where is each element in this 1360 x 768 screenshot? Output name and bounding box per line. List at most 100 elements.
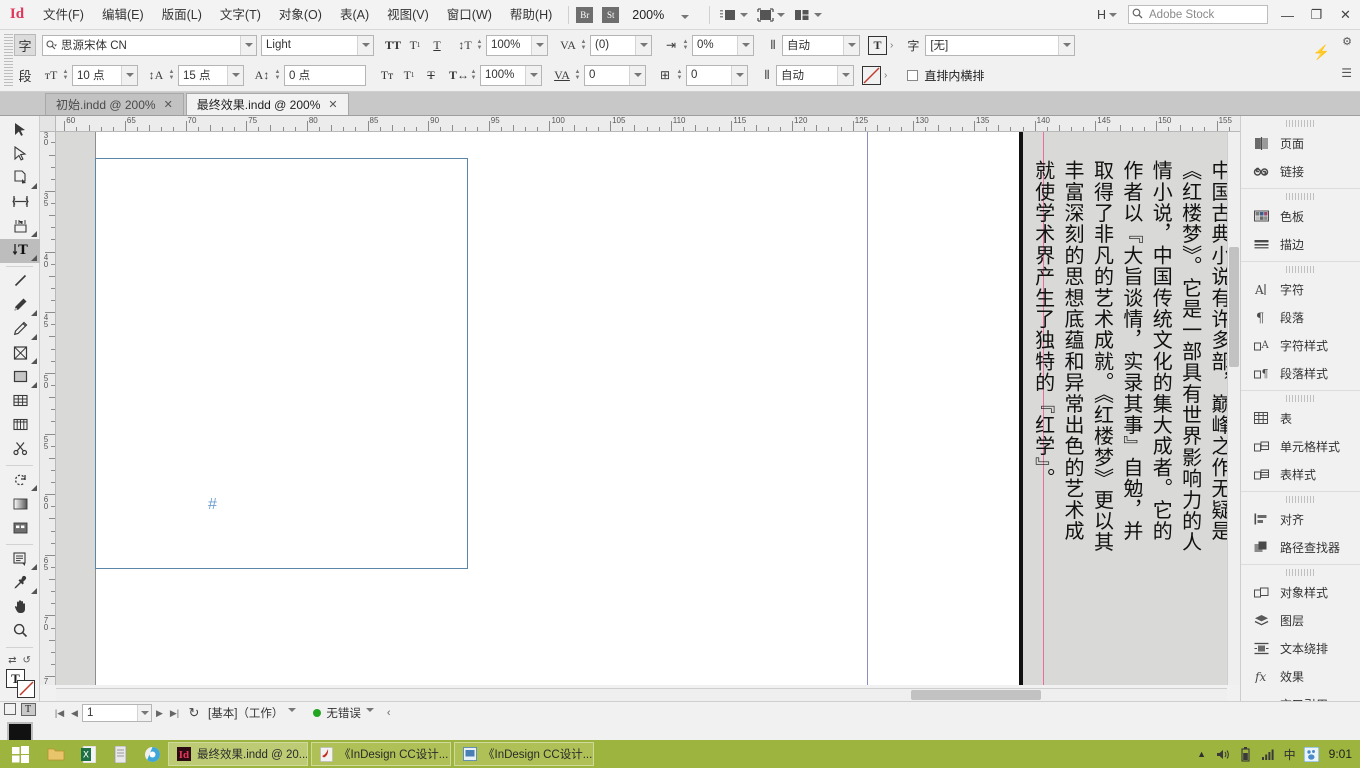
preflight-status[interactable]: 无错误: [313, 704, 379, 722]
leading-stepper[interactable]: ▲ ▼: [166, 66, 177, 85]
rectangle-tool[interactable]: [0, 366, 40, 390]
selection-tool[interactable]: [0, 119, 40, 143]
panel-pages[interactable]: 页面: [1241, 129, 1360, 157]
character-formatting-button[interactable]: 字: [14, 34, 36, 56]
panel-options-icon[interactable]: ⚙: [1342, 35, 1352, 48]
tool-flyout-icon[interactable]: [31, 564, 37, 570]
tracking-input[interactable]: 0 点: [284, 64, 366, 86]
taskbar-clock[interactable]: 9:01: [1329, 747, 1352, 761]
ruler-origin[interactable]: [40, 116, 56, 132]
vertical-scale-dropdown[interactable]: [531, 35, 547, 55]
panel-group-grip[interactable]: [1285, 496, 1316, 503]
tool-flyout-icon[interactable]: [31, 183, 37, 189]
panel-paragraph[interactable]: ¶ 段落: [1241, 303, 1360, 331]
panel-group-grip[interactable]: [1285, 120, 1316, 127]
line-tool[interactable]: [0, 270, 40, 294]
battery-icon[interactable]: [1235, 740, 1257, 768]
tool-flyout-icon[interactable]: [31, 334, 37, 340]
start-button[interactable]: [0, 740, 40, 768]
app-tray-icon[interactable]: [1301, 740, 1323, 768]
zoom-tool[interactable]: [0, 620, 40, 644]
vertical-scale-stepper[interactable]: ▲ ▼: [474, 36, 485, 55]
close-button[interactable]: ✕: [1331, 0, 1360, 30]
horizontal-scrollbar[interactable]: [56, 688, 1227, 701]
network-icon[interactable]: [1257, 740, 1279, 768]
tool-flyout-icon[interactable]: [31, 382, 37, 388]
baseline-shift-stepper[interactable]: ▲ ▼: [674, 66, 685, 85]
baseline-shift-input[interactable]: 0: [686, 64, 748, 86]
taskbar-doc[interactable]: 《InDesign CC设计...: [454, 742, 594, 766]
adobe-stock-search[interactable]: Adobe Stock: [1128, 5, 1268, 24]
tsume-input[interactable]: 0%: [692, 34, 754, 56]
vertical-type-tool[interactable]: T: [0, 239, 40, 263]
panel-pathfinder[interactable]: 路径查找器: [1241, 533, 1360, 561]
taskbar-indesign[interactable]: Id 最终效果.indd @ 20...: [168, 742, 308, 766]
hand-tool[interactable]: [0, 596, 40, 620]
apply-color-swatch[interactable]: [6, 722, 33, 742]
note-tool[interactable]: [0, 548, 40, 572]
font-size-stepper[interactable]: ▲ ▼: [60, 66, 71, 85]
close-icon[interactable]: ✕: [164, 98, 173, 111]
font-style-input[interactable]: Light: [261, 34, 374, 56]
zoom-level-select[interactable]: 200%: [628, 8, 702, 22]
view-screen-mode-button[interactable]: [717, 4, 754, 26]
frame-tool[interactable]: [0, 342, 40, 366]
table-tool[interactable]: [0, 390, 40, 414]
content-collector-tool[interactable]: [0, 215, 40, 239]
menu-help[interactable]: 帮助(H): [501, 0, 561, 30]
notepad-icon[interactable]: [104, 740, 136, 768]
bridge-button[interactable]: Br: [576, 6, 594, 23]
menu-object[interactable]: 对象(O): [270, 0, 331, 30]
fill-stroke-controls[interactable]: ⇄ ↺ T T: [0, 651, 39, 742]
char-rotation-dropdown[interactable]: [843, 35, 859, 55]
tracking-stepper[interactable]: ▲ ▼: [272, 66, 283, 85]
panel-table[interactable]: 表: [1241, 404, 1360, 432]
underline-button[interactable]: T: [426, 35, 448, 56]
all-caps-button[interactable]: TT: [382, 35, 404, 56]
panel-paragraph-styles[interactable]: ¶ 段落样式: [1241, 359, 1360, 387]
text-frame[interactable]: [95, 158, 468, 569]
doc-tab-chushi[interactable]: 初始.indd @ 200% ✕: [45, 93, 184, 115]
gradient-swatch-tool[interactable]: [0, 493, 40, 517]
first-page-button[interactable]: |◀: [52, 704, 67, 722]
tool-flyout-icon[interactable]: [31, 310, 37, 316]
volume-icon[interactable]: [1213, 740, 1235, 768]
explorer-icon[interactable]: [40, 740, 72, 768]
tsume-dropdown[interactable]: [737, 35, 753, 55]
panel-character-styles[interactable]: A 字符样式: [1241, 331, 1360, 359]
menu-layout[interactable]: 版面(L): [153, 0, 211, 30]
panel-group-grip[interactable]: [1285, 395, 1316, 402]
doc-tab-final[interactable]: 最终效果.indd @ 200% ✕: [185, 93, 349, 115]
panel-cell-styles[interactable]: 单元格样式: [1241, 432, 1360, 460]
fill-color-button[interactable]: T: [868, 35, 887, 55]
menu-window[interactable]: 窗口(W): [438, 0, 501, 30]
grid-tool[interactable]: [0, 414, 40, 438]
kerning-dropdown[interactable]: [635, 35, 651, 55]
last-page-button[interactable]: ▶|: [167, 704, 182, 722]
tracking-stepper-2[interactable]: ▲ ▼: [572, 66, 583, 85]
horizontal-scale-stepper[interactable]: ▲ ▼: [468, 66, 479, 85]
tool-flyout-icon[interactable]: [31, 358, 37, 364]
char-style-dropdown[interactable]: [1058, 35, 1075, 55]
panel-effects[interactable]: fx 效果: [1241, 662, 1360, 690]
kerning-stepper[interactable]: ▲ ▼: [578, 36, 589, 55]
page-number-dropdown[interactable]: [137, 705, 151, 721]
tool-flyout-icon[interactable]: [31, 588, 37, 594]
horizontal-scale-input[interactable]: 100%: [480, 64, 542, 86]
excel-icon[interactable]: X: [72, 740, 104, 768]
skew-input[interactable]: 自动: [776, 64, 854, 86]
pencil-tool[interactable]: [0, 318, 40, 342]
panel-cross-references[interactable]: 交叉引用: [1241, 690, 1360, 701]
eyedropper-tool[interactable]: [0, 572, 40, 596]
font-family-input[interactable]: 思源宋体 CN: [42, 34, 257, 56]
screen-mode-preview-button[interactable]: [754, 4, 791, 26]
arrange-documents-button[interactable]: [791, 4, 828, 26]
previous-page-button[interactable]: ◀: [67, 704, 82, 722]
panel-swatches[interactable]: 色板: [1241, 202, 1360, 230]
char-rotation-input[interactable]: 自动: [782, 34, 860, 56]
gap-tool[interactable]: [0, 191, 40, 215]
gradient-feather-tool[interactable]: [0, 517, 40, 541]
panel-object-styles[interactable]: 对象样式: [1241, 578, 1360, 606]
char-style-input[interactable]: [无]: [925, 34, 1076, 56]
small-caps-button[interactable]: Tᴛ: [376, 65, 398, 86]
